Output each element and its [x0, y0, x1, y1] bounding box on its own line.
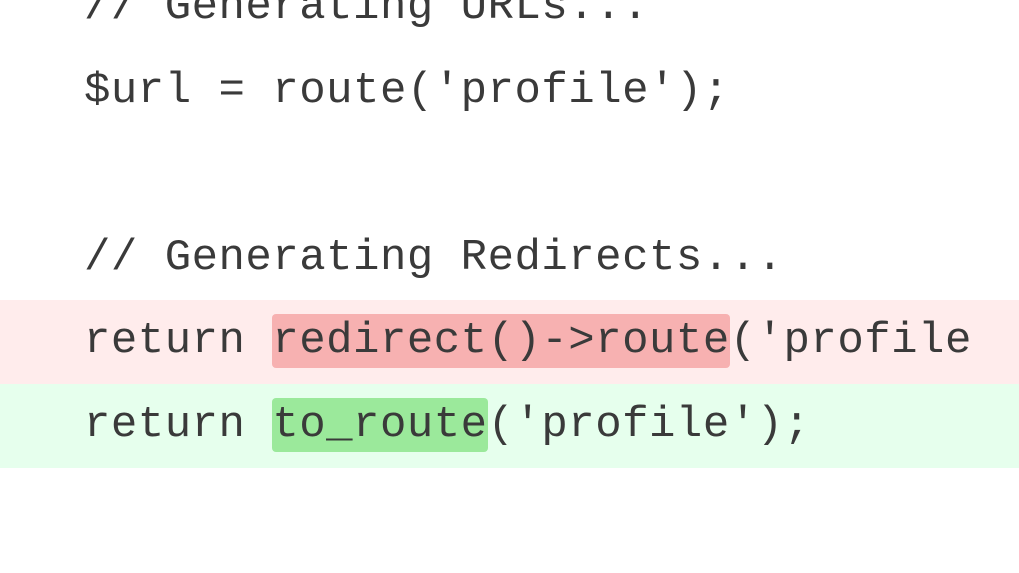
code-diff-block: // Generating URLs... $url = route('prof… — [0, 0, 1019, 468]
diff-highlight-added: to_route — [272, 398, 487, 452]
code-text: ); — [757, 400, 811, 450]
code-text: ( — [488, 400, 515, 450]
code-line-comment: // Generating URLs... — [0, 0, 1019, 50]
code-line-blank — [0, 133, 1019, 217]
code-text: // Generating Redirects... — [84, 233, 784, 283]
code-text: ); — [676, 66, 730, 116]
code-line-comment: // Generating Redirects... — [0, 217, 1019, 301]
code-line-added: return to_route('profile'); — [0, 384, 1019, 468]
diff-highlight-removed: redirect()->route — [272, 314, 729, 368]
code-text: return — [84, 400, 272, 450]
code-text: // Generating URLs... — [84, 0, 649, 32]
code-text: return — [84, 316, 272, 366]
code-text: ( — [730, 316, 757, 366]
code-line-removed: return redirect()->route('profile — [0, 300, 1019, 384]
code-text: 'profile' — [514, 400, 756, 450]
code-line: $url = route('profile'); — [0, 50, 1019, 134]
code-text: $url = route( — [84, 66, 434, 116]
code-text: 'profile — [757, 316, 972, 366]
code-text: 'profile' — [434, 66, 676, 116]
